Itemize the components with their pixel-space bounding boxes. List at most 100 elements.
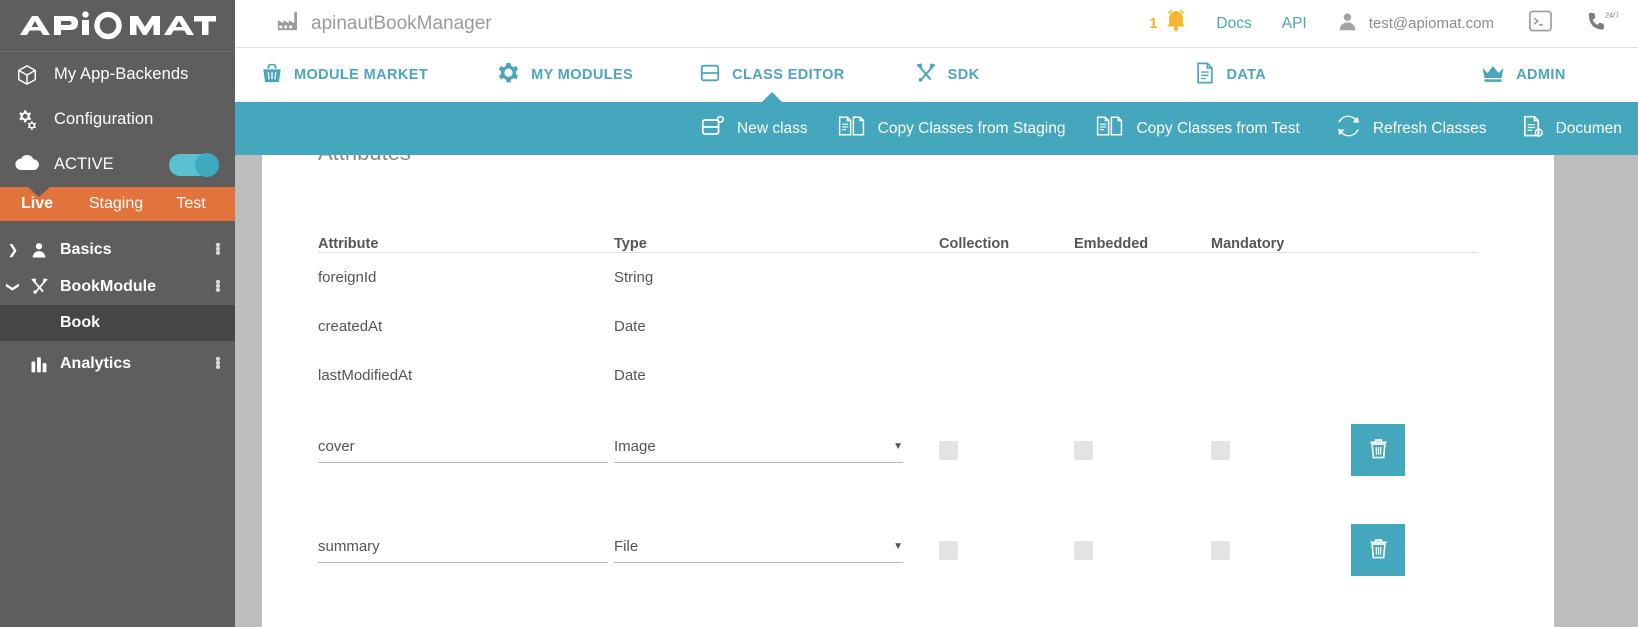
apiomat-logo-icon [19,10,216,39]
env-tab-live[interactable]: Live [0,195,74,213]
sidebar-tree-bookmodule[interactable]: ❯ BookModule • • • [0,268,235,305]
active-env-notch [28,187,50,197]
table-row: foreignId String [318,253,1478,302]
copy-icon [838,115,866,142]
environment-tabs: Live Staging Test [0,187,235,221]
kebab-menu-icon[interactable]: • • • [215,352,221,375]
delete-attribute-button[interactable] [1351,524,1405,576]
project-selector[interactable]: apinautBookManager [276,11,492,36]
toolbar-documentation[interactable]: Documen [1522,115,1622,143]
cell-attribute: lastModifiedAt [318,367,413,384]
nav-tab-data[interactable]: DATA [1195,48,1266,102]
collection-checkbox[interactable] [939,440,958,460]
sidebar-tree-analytics[interactable]: Analytics • • • [0,345,235,382]
copy-icon [1096,115,1124,142]
new-class-icon [701,115,725,143]
active-toggle[interactable] [169,152,219,177]
cell-mandatory [1211,440,1351,460]
toolbar-label: Refresh Classes [1372,119,1487,137]
main-nav: MODULE MARKET MY MODULES CLASS EDITOR SD… [235,48,1638,102]
cell-type: String [614,269,654,286]
notifications-button[interactable]: 1 [1149,8,1188,39]
collection-checkbox[interactable] [939,540,958,560]
nav-tab-label: MODULE MARKET [294,67,429,83]
gear-icon [497,62,520,89]
logo[interactable] [0,0,235,52]
env-tab-test[interactable]: Test [158,195,224,213]
toolbar-refresh-classes[interactable]: Refresh Classes [1336,115,1487,142]
cell-mandatory [1211,540,1351,560]
cell-embedded [1074,540,1211,560]
docs-link[interactable]: Docs [1216,15,1251,33]
kebab-menu-icon[interactable]: • • • [215,275,221,298]
status-label: ACTIVE [54,155,114,173]
sidebar: My App-Backends Configuration ACTIVE Liv… [0,0,235,627]
trash-icon [1368,437,1389,464]
tree-child-label: Book [60,314,100,331]
toolbar-copy-from-staging[interactable]: Copy Classes from Staging [838,115,1066,142]
column-header-attribute: Attribute [318,236,379,252]
cell-attribute: createdAt [318,318,383,335]
person-icon [1337,11,1358,37]
support-24-7-button[interactable]: 24/7 [1586,9,1619,38]
attribute-type-select[interactable]: Image ▼ [614,438,903,463]
class-editor-toolbar: New class Copy Classes from Staging Copy… [235,102,1638,155]
tools-icon [915,62,937,88]
class-editor-content: Attributes Attribute Type Collection Emb… [262,102,1554,627]
sidebar-tree-book[interactable]: Book [0,305,235,341]
kebab-menu-icon[interactable]: • • • [215,238,221,261]
delete-attribute-button[interactable] [1351,424,1405,476]
terminal-button[interactable] [1528,9,1553,38]
nav-tab-class-editor[interactable]: CLASS EDITOR [699,48,845,102]
crown-icon [1481,63,1505,87]
toolbar-new-class[interactable]: New class [701,115,808,143]
nav-tab-label: DATA [1226,67,1267,83]
attribute-type-select[interactable]: File ▼ [614,538,903,563]
attribute-name-input[interactable]: cover [318,438,608,463]
cell-embedded [1074,440,1211,460]
nav-tab-my-modules[interactable]: MY MODULES [497,48,633,102]
cloud-icon [14,153,40,176]
api-link[interactable]: API [1282,15,1307,33]
table-row: createdAt Date [318,302,1478,351]
toolbar-label: New class [737,119,808,137]
chevron-down-icon[interactable]: ❯ [5,274,21,300]
toolbar-copy-from-test[interactable]: Copy Classes from Test [1096,115,1300,142]
class-icon [699,62,721,88]
user-menu[interactable]: test@apiomat.com [1337,11,1494,37]
attribute-name-input[interactable]: summary [318,538,608,563]
embedded-checkbox[interactable] [1074,540,1093,560]
mandatory-checkbox[interactable] [1211,540,1230,560]
embedded-checkbox[interactable] [1074,440,1093,460]
active-tab-caret [761,92,782,102]
sidebar-item-my-app-backends[interactable]: My App-Backends [0,52,235,97]
env-tab-staging[interactable]: Staging [74,195,158,213]
cell-attribute: summary [318,538,614,563]
sidebar-item-configuration[interactable]: Configuration [0,97,235,142]
column-header-collection: Collection [939,236,1010,252]
sidebar-tree-basics[interactable]: ❯ Basics • • • [0,231,235,268]
cell-type: Date [614,318,646,335]
cell-type: File ▼ [614,538,939,563]
nav-tab-label: ADMIN [1516,67,1566,83]
nav-tab-admin[interactable]: ADMIN [1481,48,1566,102]
trash-icon [1368,537,1389,564]
table-row: cover Image ▼ [318,400,1478,500]
sidebar-status-active: ACTIVE [0,142,235,187]
chevron-right-icon[interactable]: ❯ [0,242,26,258]
mandatory-checkbox[interactable] [1211,440,1230,460]
selected-type-label: File [614,537,639,555]
cell-type: Image ▼ [614,438,939,463]
apiomat-class-editor-app: My App-Backends Configuration ACTIVE Liv… [0,0,1638,627]
tools-icon [26,277,52,296]
header-right-cluster: 1 Docs API test@apiomat.com 24/ [1149,8,1638,39]
nav-tab-label: CLASS EDITOR [732,67,845,83]
user-email: test@apiomat.com [1368,15,1494,32]
toolbar-label: Copy Classes from Staging [877,119,1066,137]
user-icon [26,241,52,259]
nav-tab-sdk[interactable]: SDK [915,48,980,102]
nav-tab-module-market[interactable]: MODULE MARKET [261,48,428,102]
bell-icon [1164,8,1188,39]
cell-actions [1351,524,1478,576]
nav-tab-label: SDK [947,67,980,83]
